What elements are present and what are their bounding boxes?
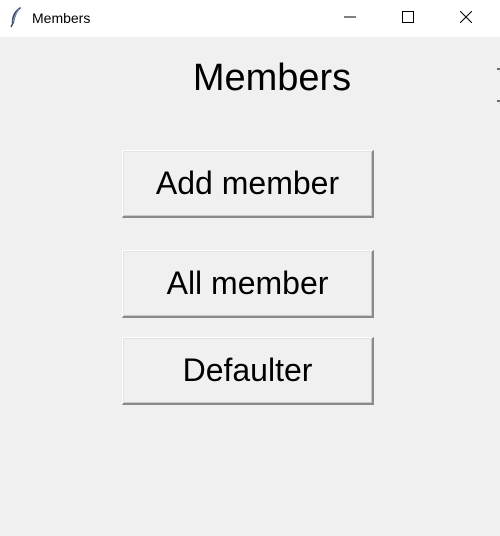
title-bar[interactable]: Members bbox=[0, 0, 500, 37]
maximize-icon bbox=[402, 10, 414, 28]
minimize-button[interactable] bbox=[321, 0, 379, 37]
maximize-button[interactable] bbox=[379, 0, 437, 37]
page-title: Members bbox=[192, 57, 352, 99]
minimize-icon bbox=[344, 10, 356, 28]
add-member-button[interactable]: Add member bbox=[122, 150, 374, 218]
close-icon bbox=[459, 10, 473, 28]
close-button[interactable] bbox=[437, 0, 495, 37]
all-member-button[interactable]: All member bbox=[122, 250, 374, 318]
window-title: Members bbox=[32, 10, 91, 26]
defaulter-button[interactable]: Defaulter bbox=[122, 337, 374, 405]
feather-icon bbox=[8, 6, 24, 28]
